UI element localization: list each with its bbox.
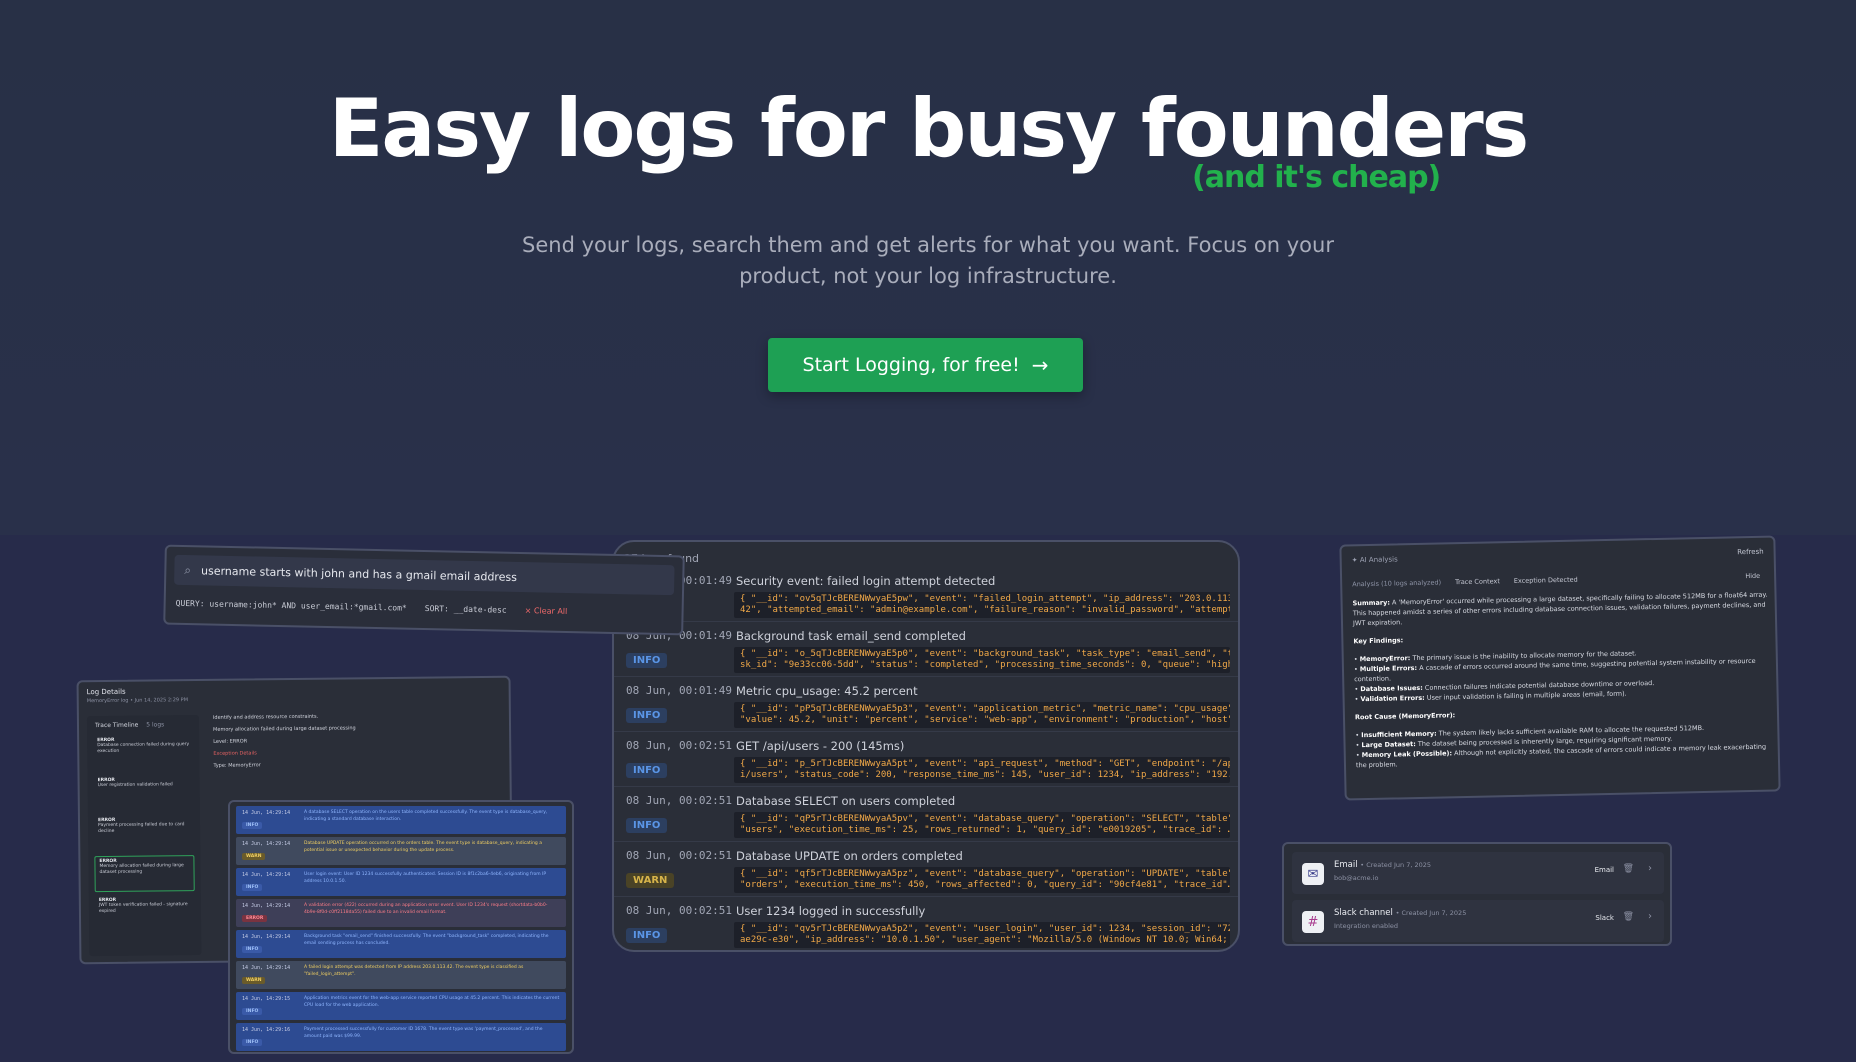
tab-trace-context[interactable]: Trace Context — [1455, 577, 1500, 586]
log-row[interactable]: 08 Jun, 00:01:49 INFO Background task em… — [614, 623, 1238, 677]
hero-subhead: (and it's cheap) — [1192, 160, 1441, 195]
mail-icon: ✉ — [1302, 863, 1324, 885]
log-details-meta: MemoryError log • Jun 14, 2025 2:29 PM — [86, 697, 189, 705]
log-list-panel: 14 Jun, 14:29:14 INFO A database SELECT … — [228, 800, 574, 1054]
log-json: { "__id": "pP5qTJcBERENWwyaE5p3", "event… — [734, 702, 1230, 728]
info-badge: INFO — [626, 818, 668, 833]
log-row[interactable]: 08 Jun, 00:02:51 WARN Database UPDATE on… — [614, 843, 1238, 897]
log-json: { "__id": "p_5rTJcBERENWwyaA5pt", "event… — [734, 757, 1230, 783]
timeline-item[interactable]: ERROR Database connection failed during … — [93, 735, 193, 772]
sort-label: SORT: __date-desc — [424, 604, 507, 615]
search-query-text: username starts with john and has a gmai… — [200, 563, 518, 584]
slack-icon: # — [1302, 911, 1324, 933]
arrow-right-icon: → — [1031, 353, 1049, 377]
trace-timeline: Trace Timeline 5 logs ERROR Database con… — [86, 715, 202, 957]
ai-analysis-panel: ✦ AI Analysis Refresh Analysis (10 logs … — [1339, 535, 1781, 801]
search-panel: ⌕ username starts with john and has a gm… — [163, 544, 685, 636]
log-json: { "__id": "ov5qTJcBERENWwyaE5pw", "event… — [734, 592, 1230, 618]
logs-panel: 27 logs found 08 Jun, 00:01:49 Security … — [612, 540, 1240, 952]
info-badge: INFO — [626, 708, 668, 723]
chevron-right-icon[interactable]: › — [1648, 863, 1652, 874]
log-details-title: Log Details — [86, 687, 126, 697]
integration-row-email[interactable]: ✉ Email • Created Jun 7, 2025 bob@acme.i… — [1292, 852, 1664, 894]
log-json: { "__id": "qf5rTJcBERENWwyaA5pz", "event… — [734, 867, 1230, 893]
log-list-item[interactable]: 14 Jun, 14:29:15 INFO Application metric… — [236, 992, 566, 1020]
tab-exception-detected[interactable]: Exception Detected — [1514, 576, 1578, 585]
cta-label: Start Logging, for free! — [802, 354, 1020, 376]
refresh-button[interactable]: Refresh — [1737, 548, 1764, 557]
clear-all-button[interactable]: × Clear All — [525, 606, 568, 616]
timeline-item[interactable]: ERROR Payment processing failed due to c… — [94, 815, 194, 852]
ai-analysis-title: AI Analysis — [1359, 555, 1398, 565]
log-list-item[interactable]: 14 Jun, 14:29:14 ERROR A validation erro… — [236, 899, 566, 927]
integration-row-slack[interactable]: # Slack channel • Created Jun 7, 2025 In… — [1292, 900, 1664, 942]
ai-analysis-body: Summary: A 'MemoryError' occurred while … — [1352, 590, 1768, 770]
trash-icon[interactable]: 🗑 — [1623, 912, 1634, 922]
chevron-right-icon[interactable]: › — [1648, 911, 1652, 922]
hero-description: Send your logs, search them and get aler… — [522, 233, 1334, 288]
timeline-item[interactable]: ERROR JWT token verification failed - si… — [95, 895, 195, 932]
ai-tabs: Analysis (10 logs analyzed) Trace Contex… — [1352, 576, 1578, 589]
search-icon: ⌕ — [184, 562, 192, 577]
trace-timeline-count: 5 logs — [146, 721, 165, 729]
log-row[interactable]: 08 Jun, 00:01:49 Security event: failed … — [614, 568, 1238, 622]
log-row[interactable]: 08 Jun, 00:02:51 INFO User 1234 logged i… — [614, 898, 1238, 950]
log-row[interactable]: 08 Jun, 00:02:51 INFO GET /api/users - 2… — [614, 733, 1238, 787]
search-input[interactable]: ⌕ username starts with john and has a gm… — [174, 554, 675, 596]
log-list-item[interactable]: 14 Jun, 14:29:14 WARN A failed login att… — [236, 961, 566, 989]
timeline-item-selected[interactable]: ERROR Memory allocation failed during la… — [94, 855, 195, 893]
trace-timeline-title: Trace Timeline — [94, 721, 139, 730]
timeline-item[interactable]: ERROR User registration validation faile… — [94, 775, 194, 812]
trash-icon[interactable]: 🗑 — [1623, 864, 1634, 874]
query-summary: QUERY: username:john* AND user_email:*gm… — [176, 599, 568, 616]
log-json: { "__id": "qP5rTJcBERENWwyaA5pv", "event… — [734, 812, 1230, 838]
warn-badge: WARN — [626, 873, 675, 888]
log-details-body: Identify and address resource constraint… — [212, 713, 356, 769]
log-json: { "__id": "o_5qTJcBERENWwyaE5p0", "event… — [734, 647, 1230, 673]
info-badge: INFO — [626, 653, 668, 668]
log-row[interactable]: 08 Jun, 00:01:49 INFO Metric cpu_usage: … — [614, 678, 1238, 732]
start-logging-button[interactable]: Start Logging, for free! → — [768, 338, 1083, 392]
log-list-item[interactable]: 14 Jun, 14:29:16 INFO Payment processed … — [236, 1023, 566, 1051]
hero-headline: Easy logs for busy founders — [328, 82, 1530, 175]
log-list-item[interactable]: 14 Jun, 14:29:14 INFO Background task "e… — [236, 930, 566, 958]
hide-button[interactable]: Hide — [1745, 572, 1760, 580]
log-list-item[interactable]: 14 Jun, 14:29:14 INFO A database SELECT … — [236, 806, 566, 834]
log-list-item[interactable]: 14 Jun, 14:29:14 INFO User login event: … — [236, 868, 566, 896]
log-row[interactable]: 08 Jun, 00:02:51 INFO Database SELECT on… — [614, 788, 1238, 842]
query-label: QUERY: username:john* AND user_email:*gm… — [175, 598, 407, 613]
info-badge: INFO — [626, 928, 668, 943]
log-json: { "__id": "qv5rTJcBERENWwyaA5p2", "event… — [734, 922, 1230, 948]
info-badge: INFO — [626, 763, 668, 778]
sparkle-icon: ✦ — [1351, 556, 1358, 565]
tab-analysis[interactable]: Analysis (10 logs analyzed) — [1352, 578, 1441, 588]
integrations-panel: ✉ Email • Created Jun 7, 2025 bob@acme.i… — [1282, 842, 1672, 946]
log-list-item[interactable]: 14 Jun, 14:29:14 WARN Database UPDATE op… — [236, 837, 566, 865]
